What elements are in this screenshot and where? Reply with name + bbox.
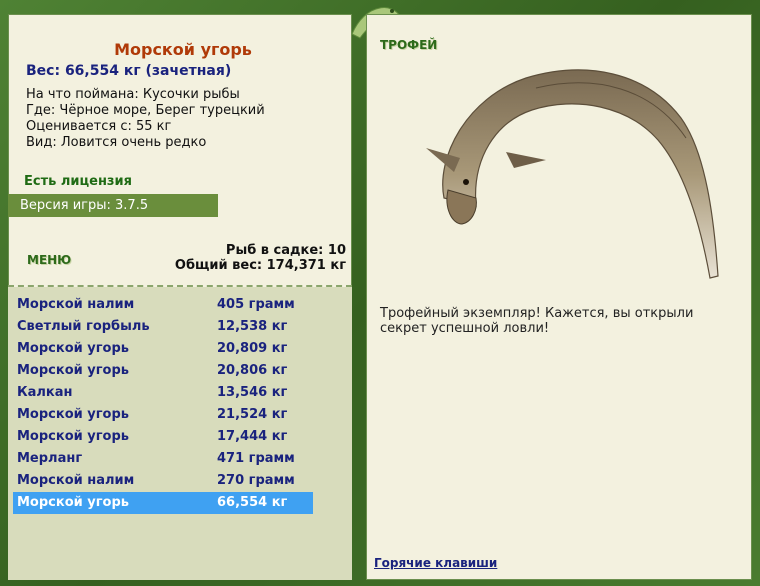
hotkeys-link[interactable]: Горячие клавиши	[374, 556, 497, 570]
fish-bait: На что поймана: Кусочки рыбы	[26, 87, 240, 102]
catch-row[interactable]: Морской налим 405 грамм	[13, 294, 313, 316]
fish-kind: Вид: Ловится очень редко	[26, 135, 207, 150]
license-status: Есть лицензия	[24, 174, 132, 189]
menu-button[interactable]: МЕНЮ	[27, 253, 71, 267]
catch-row[interactable]: Морской налим 270 грамм	[13, 470, 313, 492]
fish-title: Морской угорь	[114, 40, 252, 59]
right-panel: ТРОФЕЙ Трофейный экземпляр! Кажется, вы …	[366, 14, 752, 580]
fish-weight: Вес: 66,554 кг (зачетная)	[26, 63, 232, 79]
catch-list: Морской налим 405 грамм Светлый горбыль 12…	[8, 287, 352, 580]
left-panel: Морской угорь Вес: 66,554 кг (зачетная) …	[8, 14, 352, 580]
keepnet-total: Общий вес: 174,371 кг	[174, 258, 346, 273]
catch-row[interactable]: Мерланг 471 грамм	[13, 448, 313, 470]
keepnet-summary: Рыб в садке: 10 Общий вес: 174,371 кг	[175, 243, 346, 273]
catch-row[interactable]: Морской угорь 20,809 кг	[13, 338, 313, 360]
catch-row[interactable]: Морской угорь 21,524 кг	[13, 404, 313, 426]
catch-row-selected[interactable]: Морской угорь 66,554 кг	[13, 492, 313, 514]
version-bar: Версия игры: 3.7.5	[8, 194, 218, 217]
fish-location: Где: Чёрное море, Берег турецкий	[26, 103, 265, 118]
trophy-text: Трофейный экземпляр! Кажется, вы открыли…	[380, 306, 694, 336]
eel-image	[426, 69, 719, 279]
catch-row[interactable]: Светлый горбыль 12,538 кг	[13, 316, 313, 338]
keepnet-count: Рыб в садке: 10	[225, 243, 346, 258]
catch-row[interactable]: Морской угорь 17,444 кг	[13, 426, 313, 448]
catch-row[interactable]: Морской угорь 20,806 кг	[13, 360, 313, 382]
catch-row[interactable]: Калкан 13,546 кг	[13, 382, 313, 404]
fish-valued-from: Оценивается с: 55 кг	[26, 119, 172, 134]
